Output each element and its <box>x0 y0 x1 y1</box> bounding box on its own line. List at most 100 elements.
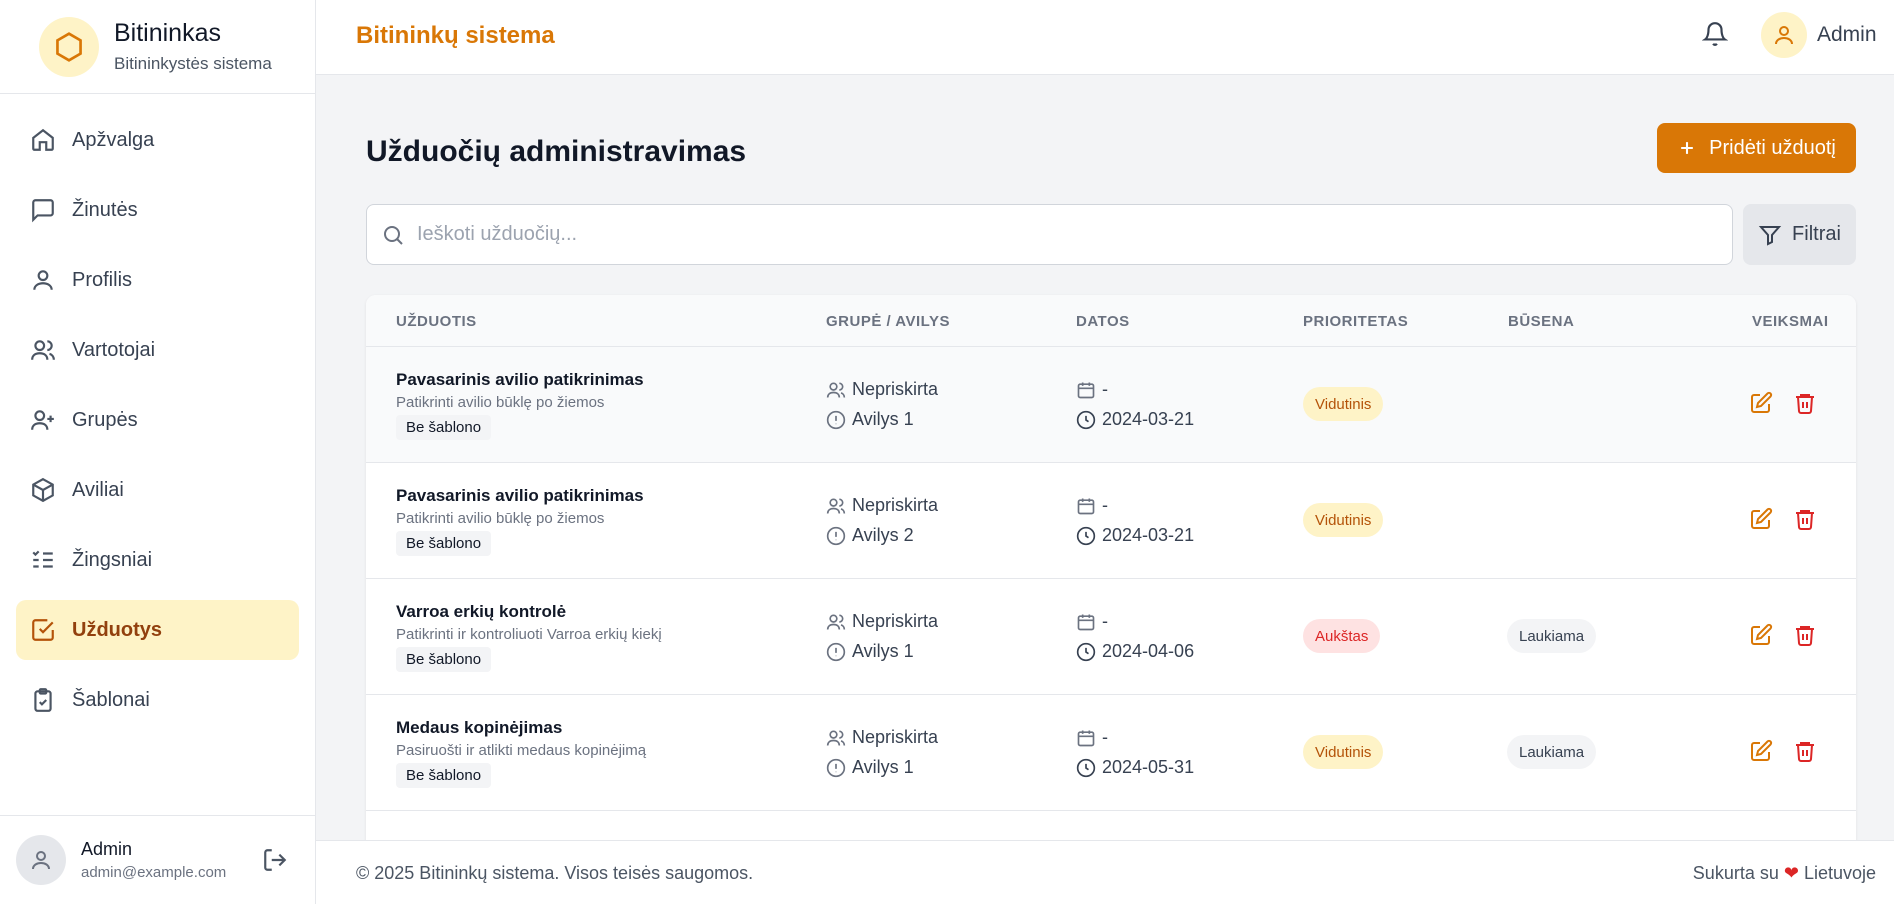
edit-button[interactable] <box>1749 507 1773 531</box>
task-title: Varroa erkių kontrolė <box>396 602 567 621</box>
logout-button[interactable] <box>262 847 288 873</box>
trash-icon <box>1796 742 1814 762</box>
column-header-status[interactable]: BŪSENA <box>1508 313 1574 330</box>
edit-button[interactable] <box>1749 739 1773 763</box>
table-header: UŽDUOTIS GRUPĖ / AVILYS DATOS PRIORITETA… <box>366 295 1856 347</box>
alert-circle-icon <box>826 526 846 545</box>
clock-icon <box>1076 410 1096 429</box>
sidebar-item-uzduotys[interactable]: Užduotys <box>16 600 299 660</box>
hive-name: Avilys 1 <box>852 757 914 777</box>
due-date-cell: 2024-03-21 <box>1076 525 1194 546</box>
sidebar-nav: Apžvalga Žinutės Profilis Vartotojai Gru… <box>0 94 315 730</box>
hive-cell: Avilys 1 <box>826 409 914 430</box>
status-badge: Laukiama <box>1507 735 1597 769</box>
edit-icon <box>1751 507 1773 529</box>
trash-icon <box>1796 510 1814 530</box>
top-header: Bitininkų sistema Admin <box>316 0 1894 75</box>
template-tag: Be šablono <box>396 763 492 788</box>
priority-badge: Vidutinis <box>1303 735 1384 769</box>
sidebar-item-grupes[interactable]: Grupės <box>16 390 299 450</box>
sidebar-item-aviliai[interactable]: Aviliai <box>16 460 299 520</box>
heart-icon: ❤ <box>1783 863 1799 883</box>
sidebar-item-label: Vartotojai <box>72 338 156 361</box>
table-row[interactable]: Varroa erkių kontrolė Patikrinti ir kont… <box>366 579 1856 695</box>
users-icon <box>826 382 846 398</box>
sidebar-item-label: Užduotys <box>72 618 162 641</box>
page-title: Užduočių administravimas <box>366 135 747 168</box>
bell-icon <box>1702 22 1728 46</box>
message-icon <box>32 199 54 223</box>
alert-circle-icon <box>826 758 846 777</box>
group-name: Nepriskirta <box>852 727 939 747</box>
edit-button[interactable] <box>1749 391 1773 415</box>
clock-icon <box>1076 758 1096 777</box>
column-header-dates[interactable]: DATOS <box>1076 313 1130 330</box>
group-name: Nepriskirta <box>852 379 939 399</box>
calendar-icon <box>1077 730 1095 746</box>
start-date: - <box>1102 379 1108 399</box>
footer-made-with: Sukurta su ❤ Lietuvoje <box>1693 863 1876 884</box>
column-header-task[interactable]: UŽDUOTIS <box>396 313 477 330</box>
footer-copyright: © 2025 Bitininkų sistema. Visos teisės s… <box>356 863 754 883</box>
sidebar-item-zingsniai[interactable]: Žingsniai <box>16 530 299 590</box>
edit-button[interactable] <box>1749 623 1773 647</box>
task-description: Patikrinti avilio būklę po žiemos <box>396 510 605 527</box>
filter-icon <box>1758 225 1782 246</box>
sidebar-item-label: Žingsniai <box>72 548 153 571</box>
alert-circle-icon <box>826 410 846 429</box>
table-row[interactable]: Pavasarinis avilio patikrinimas Patikrin… <box>366 463 1856 579</box>
header-user-menu[interactable]: Admin <box>1761 12 1877 58</box>
search-input[interactable] <box>417 223 1697 246</box>
group-name: Nepriskirta <box>852 611 939 631</box>
group-cell: Nepriskirta <box>826 611 938 632</box>
sidebar-user-email: admin@example.com <box>81 864 227 881</box>
column-header-group[interactable]: GRUPĖ / AVILYS <box>826 313 950 330</box>
checkbox-icon <box>32 619 54 641</box>
sidebar-user: Admin admin@example.com <box>0 815 316 904</box>
group-cell: Nepriskirta <box>826 727 938 748</box>
logout-icon <box>264 849 287 871</box>
filter-label: Filtrai <box>1792 223 1841 245</box>
sidebar-item-zinutes[interactable]: Žinutės <box>16 180 299 240</box>
delete-button[interactable] <box>1793 507 1817 531</box>
due-date-cell: 2024-05-31 <box>1076 757 1194 778</box>
hive-name: Avilys 1 <box>852 409 914 429</box>
sidebar-item-label: Aviliai <box>72 478 124 501</box>
table-row[interactable]: Pavasarinis avilio patikrinimas Patikrin… <box>366 347 1856 463</box>
due-date: 2024-03-21 <box>1102 409 1195 429</box>
task-description: Pasiruošti ir atlikti medaus kopinėjimą <box>396 742 647 759</box>
table-row[interactable]: Medaus kopinėjimas Pasiruošti ir atlikti… <box>366 695 1856 811</box>
footer-made-suffix: Lietuvoje <box>1803 863 1876 883</box>
delete-button[interactable] <box>1793 391 1817 415</box>
sidebar-item-vartotojai[interactable]: Vartotojai <box>16 320 299 380</box>
user-icon <box>32 851 50 870</box>
group-cell: Nepriskirta <box>826 495 938 516</box>
users-icon <box>31 340 55 360</box>
clipboard-icon <box>34 688 52 712</box>
task-title: Pavasarinis avilio patikrinimas <box>396 486 644 505</box>
trash-icon <box>1796 394 1814 414</box>
user-icon <box>33 270 53 290</box>
start-date-cell: - <box>1076 379 1108 400</box>
start-date: - <box>1102 727 1108 747</box>
due-date: 2024-04-06 <box>1102 641 1195 661</box>
delete-button[interactable] <box>1793 739 1817 763</box>
delete-button[interactable] <box>1793 623 1817 647</box>
due-date-cell: 2024-04-06 <box>1076 641 1194 662</box>
sidebar-item-sablonai[interactable]: Šablonai <box>16 670 299 730</box>
column-header-priority[interactable]: PRIORITETAS <box>1303 313 1408 330</box>
plus-icon <box>1681 142 1693 154</box>
filter-button[interactable]: Filtrai <box>1743 204 1856 265</box>
template-tag: Be šablono <box>396 531 492 556</box>
task-title: Medaus kopinėjimas <box>396 718 563 737</box>
brand-name: Bitininkas <box>114 19 221 47</box>
sidebar-item-profilis[interactable]: Profilis <box>16 250 299 310</box>
add-task-button[interactable]: Pridėti užduotį <box>1657 123 1856 173</box>
add-task-label: Pridėti užduotį <box>1709 136 1836 159</box>
notifications-button[interactable] <box>1702 21 1728 47</box>
sidebar-item-apzvalga[interactable]: Apžvalga <box>16 110 299 170</box>
task-description: Patikrinti avilio būklę po žiemos <box>396 394 605 411</box>
alert-circle-icon <box>826 642 846 661</box>
user-plus-icon <box>31 410 54 430</box>
start-date: - <box>1102 611 1108 631</box>
